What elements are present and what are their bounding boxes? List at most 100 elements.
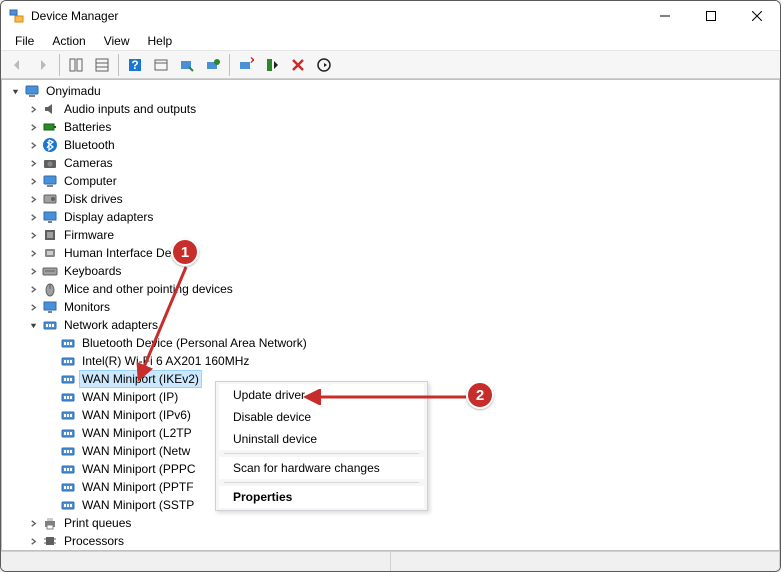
window-title: Device Manager — [31, 9, 642, 23]
close-button[interactable] — [734, 1, 780, 31]
forward-button[interactable] — [31, 53, 55, 77]
menu-file[interactable]: File — [7, 32, 42, 50]
chevron-right-icon[interactable] — [26, 282, 40, 296]
tree-root-label: Onyimadu — [44, 83, 103, 99]
tree-category[interactable]: Audio inputs and outputs — [6, 100, 779, 118]
chevron-right-icon[interactable] — [26, 264, 40, 278]
statusbar — [1, 551, 780, 571]
context-menu-item[interactable]: Update driver — [218, 384, 425, 406]
tree-category[interactable]: Firmware — [6, 226, 779, 244]
tree-category-label: Processors — [62, 533, 126, 549]
tree-category-label: Bluetooth — [62, 137, 117, 153]
bluetooth-icon — [42, 137, 58, 153]
chevron-right-icon[interactable] — [26, 228, 40, 242]
tree-category-label: Monitors — [62, 299, 112, 315]
tree-category-label: Keyboards — [62, 263, 123, 279]
enable-button[interactable] — [312, 53, 336, 77]
tree-category[interactable]: Computer — [6, 172, 779, 190]
processor-icon — [42, 533, 58, 549]
back-button[interactable] — [5, 53, 29, 77]
network-icon — [60, 353, 76, 369]
tree-category-label: Disk drives — [62, 191, 125, 207]
chevron-right-icon[interactable] — [26, 210, 40, 224]
tree-category[interactable]: Display adapters — [6, 208, 779, 226]
context-menu-item[interactable]: Scan for hardware changes — [218, 457, 425, 479]
chevron-right-icon[interactable] — [26, 534, 40, 548]
tree-category-label: Human Interface Dev — [62, 245, 179, 261]
tree-category[interactable]: Processors — [6, 532, 779, 550]
tree-device-label: WAN Miniport (IPv6) — [80, 407, 193, 423]
tree-category[interactable]: Monitors — [6, 298, 779, 316]
firmware-icon — [42, 227, 58, 243]
context-menu-separator — [224, 482, 419, 483]
tree-device-label: WAN Miniport (L2TP — [80, 425, 194, 441]
chevron-right-icon[interactable] — [26, 300, 40, 314]
tree-category-label: Computer — [62, 173, 119, 189]
maximize-button[interactable] — [688, 1, 734, 31]
hid-icon — [42, 245, 58, 261]
svg-text:?: ? — [131, 58, 138, 72]
action-button[interactable] — [149, 53, 173, 77]
tree-device-label: WAN Miniport (PPTF — [80, 479, 196, 495]
tree-device[interactable]: Intel(R) Wi-Fi 6 AX201 160MHz — [6, 352, 779, 370]
chevron-down-icon[interactable] — [8, 84, 22, 98]
tree-device-label: WAN Miniport (PPPC — [80, 461, 198, 477]
tree-category[interactable]: Cameras — [6, 154, 779, 172]
scan-hardware-button[interactable] — [175, 53, 199, 77]
update-driver-button[interactable] — [201, 53, 225, 77]
help-button[interactable]: ? — [123, 53, 147, 77]
chevron-right-icon[interactable] — [26, 102, 40, 116]
monitor-icon — [42, 299, 58, 315]
annotation-marker-1: 1 — [171, 238, 199, 266]
tree-device-label: Bluetooth Device (Personal Area Network) — [80, 335, 309, 351]
menu-action[interactable]: Action — [44, 32, 93, 50]
titlebar: Device Manager — [1, 1, 780, 31]
printer-icon — [42, 515, 58, 531]
menu-help[interactable]: Help — [140, 32, 181, 50]
context-menu: Update driverDisable deviceUninstall dev… — [215, 381, 428, 511]
annotation-marker-2: 2 — [466, 381, 494, 409]
mouse-icon — [42, 281, 58, 297]
device-manager-window: Device Manager File Action View Help ? × — [0, 0, 781, 572]
chevron-right-icon[interactable] — [26, 156, 40, 170]
network-icon — [60, 479, 76, 495]
context-menu-item[interactable]: Properties — [218, 486, 425, 508]
chevron-right-icon[interactable] — [26, 138, 40, 152]
tree-category[interactable]: Network adapters — [6, 316, 779, 334]
tree-category[interactable]: Print queues — [6, 514, 779, 532]
network-icon — [42, 317, 58, 333]
tree-device[interactable]: Bluetooth Device (Personal Area Network) — [6, 334, 779, 352]
tree-category[interactable]: Keyboards — [6, 262, 779, 280]
network-icon — [60, 443, 76, 459]
tree-root[interactable]: Onyimadu — [6, 82, 779, 100]
chevron-down-icon[interactable] — [26, 318, 40, 332]
speaker-icon — [42, 101, 58, 117]
svg-text:×: × — [250, 57, 254, 67]
tree-category[interactable]: Mice and other pointing devices — [6, 280, 779, 298]
context-menu-item[interactable]: Disable device — [218, 406, 425, 428]
tree-category[interactable]: Bluetooth — [6, 136, 779, 154]
tree-device-label: WAN Miniport (IP) — [80, 389, 180, 405]
chevron-right-icon[interactable] — [26, 174, 40, 188]
chevron-right-icon[interactable] — [26, 516, 40, 530]
tree-device-label: WAN Miniport (IKEv2) — [80, 371, 201, 387]
remove-button[interactable] — [286, 53, 310, 77]
menu-view[interactable]: View — [96, 32, 138, 50]
chevron-right-icon[interactable] — [26, 192, 40, 206]
context-menu-item[interactable]: Uninstall device — [218, 428, 425, 450]
chevron-right-icon[interactable] — [26, 120, 40, 134]
tree-category[interactable]: Human Interface Dev — [6, 244, 779, 262]
minimize-button[interactable] — [642, 1, 688, 31]
tree-device-label: WAN Miniport (SSTP — [80, 497, 196, 513]
uninstall-button[interactable]: × — [234, 53, 258, 77]
tree-device-label: Intel(R) Wi-Fi 6 AX201 160MHz — [80, 353, 251, 369]
large-icons-button[interactable] — [90, 53, 114, 77]
tree-category[interactable]: Batteries — [6, 118, 779, 136]
disable-button[interactable] — [260, 53, 284, 77]
show-hide-console-button[interactable] — [64, 53, 88, 77]
camera-icon — [42, 155, 58, 171]
context-menu-separator — [224, 453, 419, 454]
tree-category[interactable]: Disk drives — [6, 190, 779, 208]
tree-category-label: Print queues — [62, 515, 133, 531]
chevron-right-icon[interactable] — [26, 246, 40, 260]
